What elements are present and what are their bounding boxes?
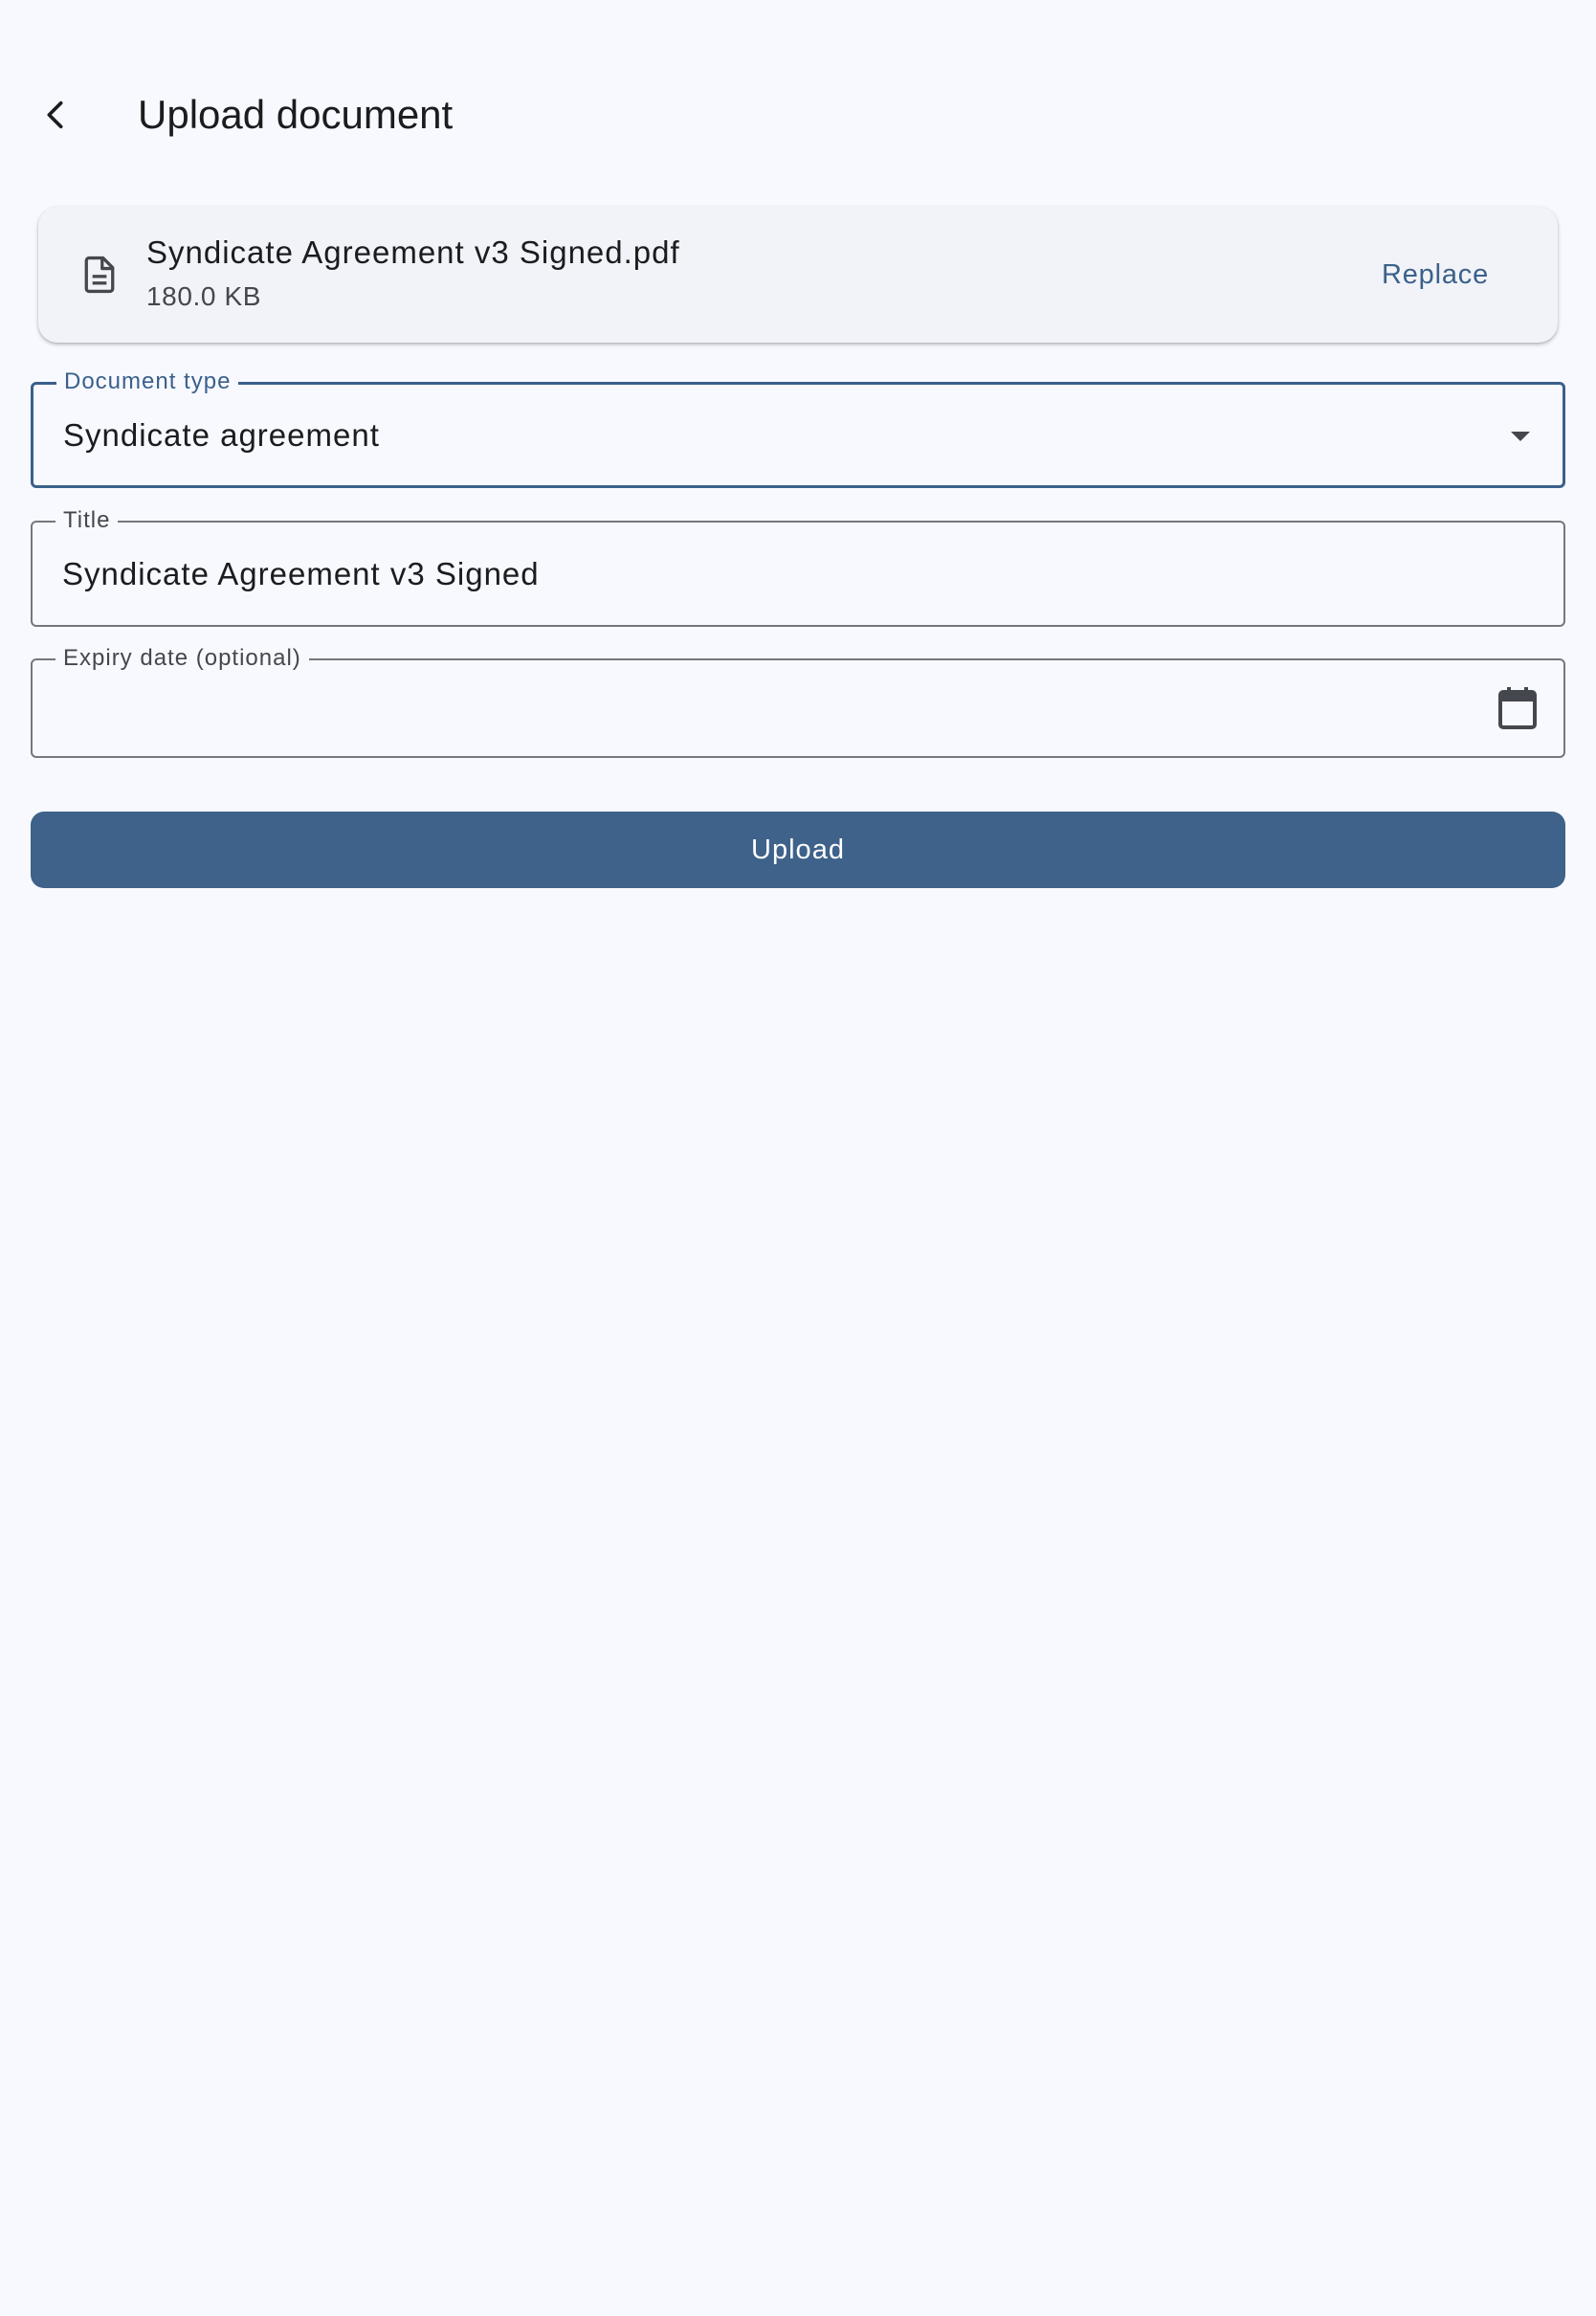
expiry-date-input[interactable]: Expiry date (optional) [31,645,1565,758]
upload-button[interactable]: Upload [31,812,1565,888]
file-size: 180.0 KB [146,281,261,311]
document-type-value: Syndicate agreement [63,417,380,453]
chevron-left-icon [47,100,63,129]
title-value: Syndicate Agreement v3 Signed [62,556,540,591]
back-button[interactable] [21,80,90,149]
title-input[interactable]: Title Syndicate Agreement v3 Signed [31,507,1565,627]
file-name: Syndicate Agreement v3 Signed.pdf [146,234,680,270]
dropdown-arrow-icon [1511,432,1530,441]
expiry-date-label: Expiry date (optional) [55,645,309,672]
calendar-icon[interactable] [1496,685,1539,731]
document-type-label: Document type [56,368,239,395]
document-type-select[interactable]: Document type Syndicate agreement [31,368,1565,488]
title-label: Title [55,507,119,534]
replace-button[interactable]: Replace [1359,247,1512,302]
document-icon [73,248,126,301]
page-title: Upload document [138,92,454,137]
selected-file-card: Syndicate Agreement v3 Signed.pdf 180.0 … [38,207,1558,343]
app-bar: Upload document [0,57,1596,172]
